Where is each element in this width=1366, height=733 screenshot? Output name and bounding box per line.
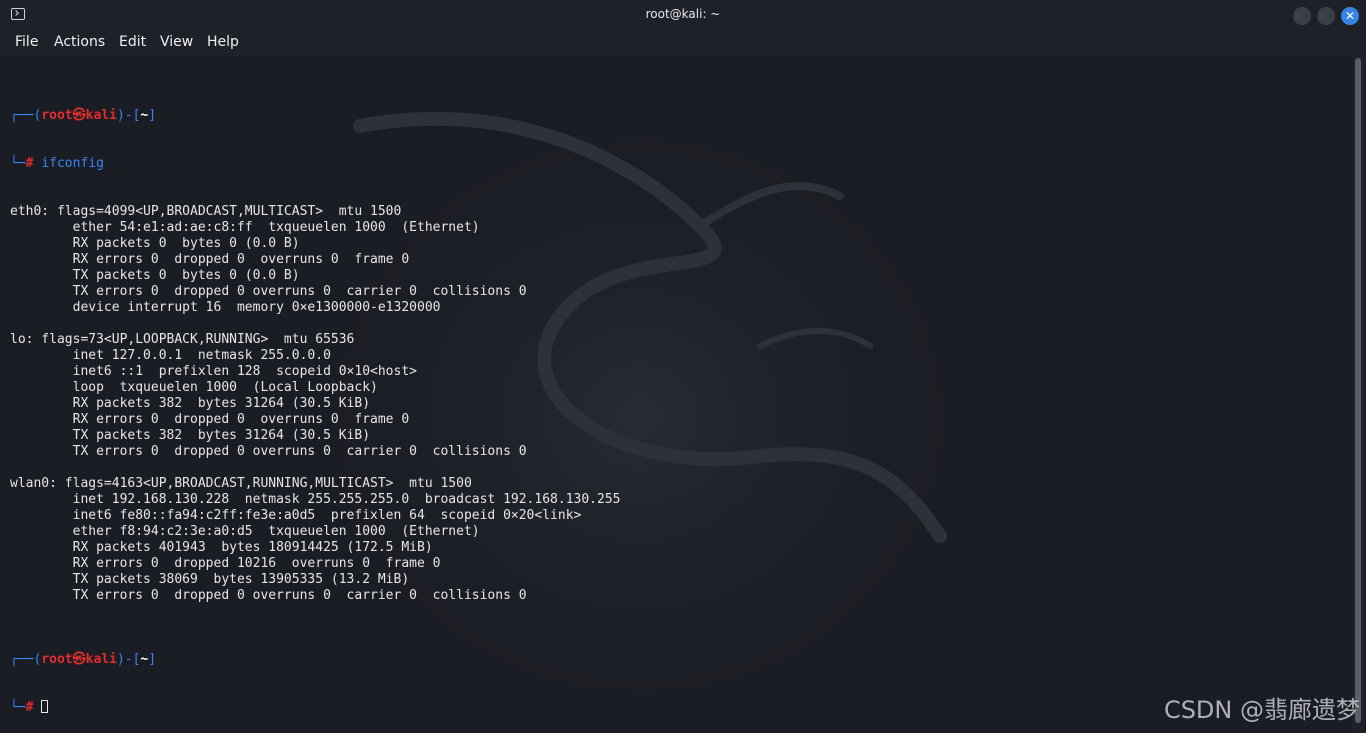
- menu-help[interactable]: Help: [207, 34, 239, 50]
- close-button[interactable]: ✕: [1341, 7, 1359, 25]
- output-line: TX errors 0 dropped 0 overruns 0 carrier…: [10, 444, 527, 459]
- minimize-button[interactable]: [1293, 7, 1311, 25]
- menu-bar: File Actions Edit View Help: [0, 30, 1366, 56]
- output-line: loop txqueuelen 1000 (Local Loopback): [10, 380, 378, 395]
- output-line: RX packets 0 bytes 0 (0.0 B): [10, 236, 300, 251]
- prompt-separator: )-[: [116, 652, 141, 667]
- terminal-output: ┌──(root㉿kali)-[~] └─# ifconfig eth0: fl…: [10, 76, 620, 733]
- output-line: inet6 ::1 prefixlen 128 scopeid 0×10<hos…: [10, 364, 417, 379]
- output-line: inet 192.168.130.228 netmask 255.255.255…: [10, 492, 621, 507]
- output-line: RX errors 0 dropped 0 overruns 0 frame 0: [10, 412, 410, 427]
- prompt-line-bottom: └─#: [10, 700, 620, 716]
- prompt-corner: ┌──(: [10, 108, 42, 123]
- prompt-user: root㉿kali: [41, 652, 117, 667]
- output-line: inet 127.0.0.1 netmask 255.0.0.0: [10, 348, 331, 363]
- output-line: ether f8:94:c2:3e:a0:d5 txqueuelen 1000 …: [10, 524, 480, 539]
- prompt-hash: #: [25, 700, 34, 715]
- output-line: RX packets 382 bytes 31264 (30.5 KiB): [10, 396, 371, 411]
- output-line: TX packets 382 bytes 31264 (30.5 KiB): [10, 428, 371, 443]
- command-text: ifconfig: [41, 156, 104, 171]
- prompt-line-top: ┌──(root㉿kali)-[~]: [10, 652, 620, 668]
- vertical-scrollbar[interactable]: [1352, 56, 1364, 733]
- prompt-corner: └─: [10, 700, 26, 715]
- output-line: ether 54:e1:ad:ae:c8:ff txqueuelen 1000 …: [10, 220, 480, 235]
- menu-edit[interactable]: Edit: [119, 34, 146, 50]
- command-output: eth0: flags=4099<UP,BROADCAST,MULTICAST>…: [10, 204, 620, 620]
- prompt-separator: )-[: [116, 108, 141, 123]
- prompt-corner: └─: [10, 156, 26, 171]
- output-line: TX errors 0 dropped 0 overruns 0 carrier…: [10, 284, 527, 299]
- terminal-area[interactable]: ┌──(root㉿kali)-[~] └─# ifconfig eth0: fl…: [0, 56, 1350, 733]
- output-line: TX packets 0 bytes 0 (0.0 B): [10, 268, 300, 283]
- output-line: device interrupt 16 memory 0×e1300000-e1…: [10, 300, 441, 315]
- output-line: RX errors 0 dropped 10216 overruns 0 fra…: [10, 556, 441, 571]
- watermark: CSDN @翡廊遗梦: [1163, 696, 1360, 724]
- output-line: TX packets 38069 bytes 13905335 (13.2 Mi…: [10, 572, 410, 587]
- prompt-user: root㉿kali: [41, 108, 117, 123]
- menu-view[interactable]: View: [160, 34, 193, 50]
- prompt-bracket: ]: [148, 108, 157, 123]
- output-line: inet6 fe80::fa94:c2ff:fe3e:a0d5 prefixle…: [10, 508, 582, 523]
- menu-file[interactable]: File: [15, 34, 38, 50]
- terminal-window: root@kali: ~ ✕ File Actions Edit View He…: [0, 0, 1366, 733]
- prompt-line-bottom: └─# ifconfig: [10, 156, 620, 172]
- output-line: RX errors 0 dropped 0 overruns 0 frame 0: [10, 252, 410, 267]
- output-line: eth0: flags=4099<UP,BROADCAST,MULTICAST>…: [10, 204, 402, 219]
- scrollbar-thumb[interactable]: [1355, 58, 1361, 723]
- output-line: lo: flags=73<UP,LOOPBACK,RUNNING> mtu 65…: [10, 332, 355, 347]
- output-line: TX errors 0 dropped 0 overruns 0 carrier…: [10, 588, 527, 603]
- prompt-hash: #: [25, 156, 34, 171]
- window-title: root@kali: ~: [645, 7, 721, 21]
- output-line: wlan0: flags=4163<UP,BROADCAST,RUNNING,M…: [10, 476, 472, 491]
- prompt-corner: ┌──(: [10, 652, 42, 667]
- menu-actions[interactable]: Actions: [54, 34, 105, 50]
- prompt-line-top: ┌──(root㉿kali)-[~]: [10, 108, 620, 124]
- text-cursor[interactable]: [41, 700, 49, 713]
- output-line: RX packets 401943 bytes 180914425 (172.5…: [10, 540, 433, 555]
- title-bar[interactable]: root@kali: ~ ✕: [0, 0, 1366, 30]
- prompt-bracket: ]: [148, 652, 157, 667]
- maximize-button[interactable]: [1317, 7, 1335, 25]
